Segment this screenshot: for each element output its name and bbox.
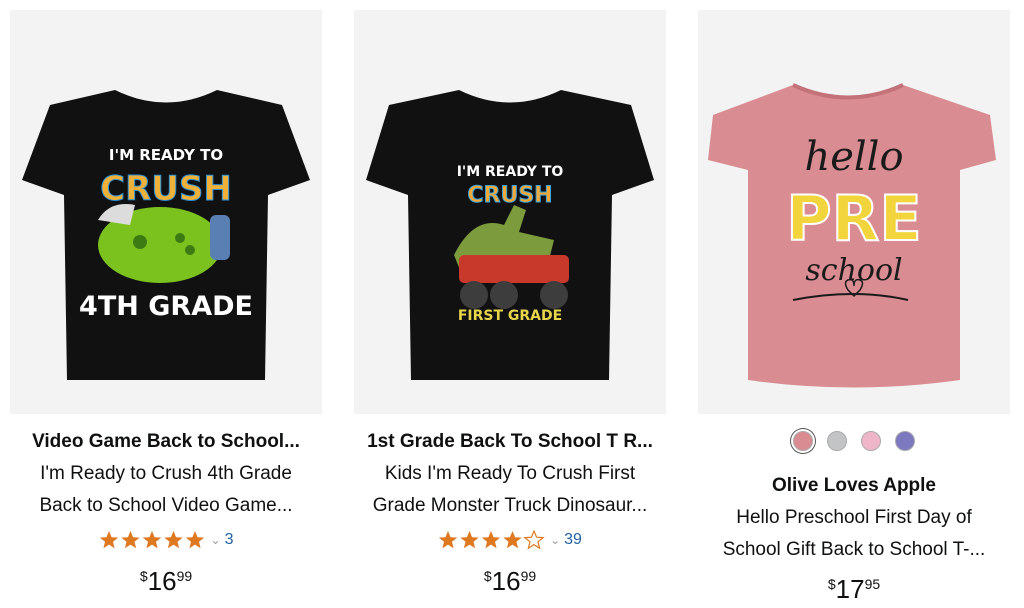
tshirt-image: hello PRE school [708,83,996,388]
product-brand[interactable]: 1st Grade Back To School T R... [354,430,666,454]
art-text: hello [804,134,903,180]
art-text: 4TH GRADE [79,291,253,322]
product-title-line[interactable]: Hello Preschool First Day of [698,506,1010,530]
product-brand[interactable]: Video Game Back to School... [10,430,322,454]
art-text: PRE [786,182,922,255]
product-title-line[interactable]: School Gift Back to School T-... [698,538,1010,562]
tshirt-image: I'M READY TO CRUSH FIRST GRADE [366,90,654,380]
chevron-down-icon[interactable]: ⌄ [550,534,560,546]
price-symbol: $ [483,568,492,584]
price-symbol: $ [827,576,836,592]
price-whole: 16 [491,566,521,596]
price[interactable]: $1699 [354,566,666,600]
swatch-light-pink[interactable] [861,431,881,451]
product-title-line[interactable]: Grade Monster Truck Dinosaur... [354,494,666,518]
star-icon [438,530,545,550]
rating-count[interactable]: 3 [225,530,234,550]
art-text: CRUSH [100,169,232,209]
product-card[interactable]: hello PRE school Olive Loves Apple Hello… [698,10,1010,606]
product-title-line[interactable]: I'm Ready to Crush 4th Grade [10,462,322,486]
star-rating [99,530,207,550]
price-whole: 16 [147,566,177,596]
price[interactable]: $1699 [10,566,322,600]
price-fraction: 95 [864,576,881,592]
tshirt-image: I'M READY TO CRUSH 4TH GRADE [22,90,310,380]
product-image[interactable]: I'M READY TO CRUSH 4TH GRADE [10,10,322,414]
swatch-gray[interactable] [827,431,847,451]
art-text: CRUSH [467,183,552,208]
product-image[interactable]: I'M READY TO CRUSH FIRST GRADE [354,10,666,414]
price-fraction: 99 [176,568,193,584]
star-rating [438,530,546,550]
product-image[interactable]: hello PRE school [698,10,1010,414]
price[interactable]: $1795 [698,574,1010,608]
color-swatches [698,428,1010,454]
rating[interactable]: ⌄ 3 [10,528,322,552]
product-card[interactable]: I'M READY TO CRUSH 4TH GRADE Video Game … [10,10,322,606]
chevron-down-icon[interactable]: ⌄ [211,534,221,546]
rating-count[interactable]: 39 [564,530,582,550]
rating[interactable]: ⌄ 39 [354,528,666,552]
swatch-purple[interactable] [895,431,915,451]
product-grid: I'M READY TO CRUSH 4TH GRADE Video Game … [0,0,1024,606]
product-card[interactable]: I'M READY TO CRUSH FIRST GRADE 1st Grade… [354,10,666,606]
product-title-line[interactable]: Back to School Video Game... [10,494,322,518]
price-symbol: $ [139,568,148,584]
product-title-line[interactable]: Kids I'm Ready To Crush First [354,462,666,486]
art-text: I'M READY TO [457,164,564,180]
swatch-pink[interactable] [793,431,813,451]
star-icon [99,531,204,549]
art-text: FIRST GRADE [458,308,562,324]
price-fraction: 99 [520,568,537,584]
art-text: I'M READY TO [109,146,223,164]
price-whole: 17 [835,574,865,604]
product-brand[interactable]: Olive Loves Apple [698,474,1010,498]
